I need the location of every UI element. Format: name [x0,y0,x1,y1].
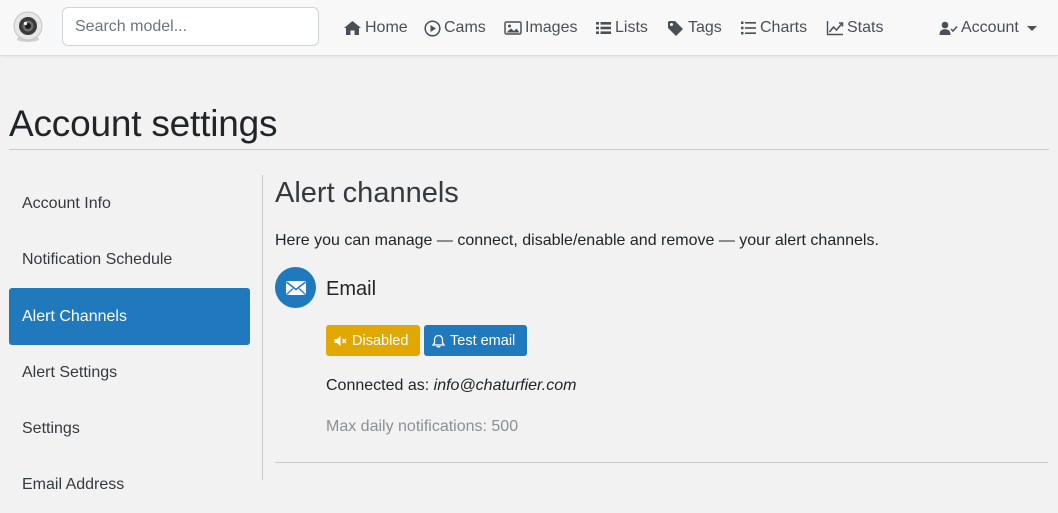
title-divider [9,149,1049,150]
nav-cams[interactable]: Cams [424,17,486,39]
channel-divider [275,462,1048,463]
channel-name: Email [326,278,377,300]
sidebar-divider [262,175,263,480]
top-navbar: Home Cams Images Lists Ta [0,0,1058,56]
sidebar-item-notification-schedule[interactable]: Notification Schedule [9,232,250,288]
max-daily-notifications: Max daily notifications: 500 [326,418,519,435]
nav-stats[interactable]: Stats [826,17,883,39]
list-ol-icon [741,21,756,35]
list-icon [596,22,611,34]
account-label: Account [961,19,1019,36]
nav-home-label: Home [365,19,408,36]
page-title: Account settings [9,103,278,144]
user-check-icon [939,21,958,35]
nav-tags-label: Tags [688,19,722,36]
disabled-toggle-button[interactable]: Disabled [326,325,420,356]
search-input[interactable] [62,7,319,46]
nav-lists-label: Lists [615,19,648,36]
sidebar-item-alert-settings[interactable]: Alert Settings [9,345,250,401]
nav-images-label: Images [525,19,578,36]
disabled-label: Disabled [352,332,409,349]
sidebar-item-label: Notification Schedule [22,251,173,268]
play-circle-icon [424,19,441,37]
nav-cams-label: Cams [444,19,486,36]
home-icon [344,21,361,35]
sidebar-item-label: Settings [22,420,80,437]
nav-lists[interactable]: Lists [595,17,648,39]
bell-icon [432,334,445,348]
sidebar-item-settings[interactable]: Settings [9,401,250,457]
sidebar-item-label: Account Info [22,195,111,212]
nav-charts-label: Charts [760,19,808,36]
image-icon [504,21,522,35]
webcam-logo-icon[interactable] [12,11,44,43]
settings-sidebar: Account Info Notification Schedule Alert… [9,176,250,513]
connected-prefix: Connected as: [326,377,430,394]
sidebar-item-label: Alert Settings [22,364,118,381]
sidebar-item-label: Email Address [22,476,125,493]
line-chart-icon [826,21,844,36]
account-dropdown[interactable]: Account [939,17,1037,39]
nav-home[interactable]: Home [343,17,408,39]
nav-tags[interactable]: Tags [667,17,722,39]
test-email-label: Test email [450,332,516,349]
section-description: Here you can manage — connect, disable/e… [275,232,879,249]
sidebar-item-label: Alert Channels [22,307,127,325]
nav-charts[interactable]: Charts [740,17,807,39]
sidebar-item-alert-channels[interactable]: Alert Channels [9,288,250,345]
nav-stats-label: Stats [847,19,884,36]
caret-down-icon [1026,25,1037,31]
connected-as-text: Connected as: info@chaturfier.com [326,377,576,395]
tags-icon [668,20,683,36]
section-title: Alert channels [275,177,459,209]
volume-mute-icon [334,335,347,346]
sidebar-item-account-info[interactable]: Account Info [9,176,250,232]
nav-images[interactable]: Images [504,17,577,39]
connected-email: info@chaturfier.com [433,377,577,394]
test-email-button[interactable]: Test email [424,325,527,356]
sidebar-item-email-address[interactable]: Email Address [9,457,250,513]
envelope-icon [275,267,316,308]
